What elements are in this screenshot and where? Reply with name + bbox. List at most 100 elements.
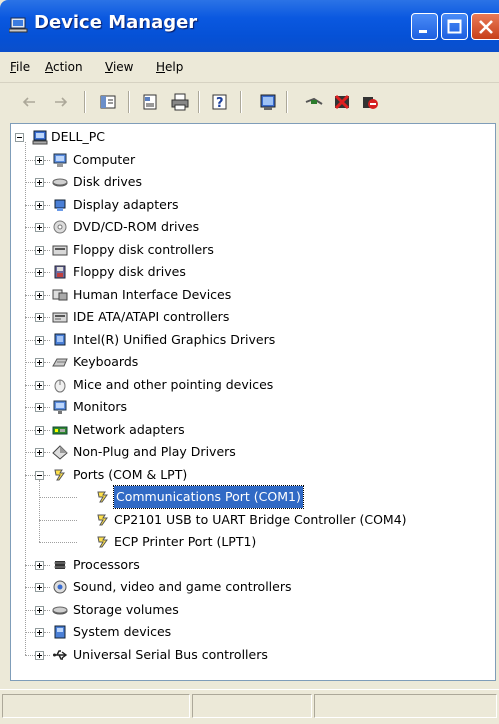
tree-item-category[interactable]: Intel(R) Unified Graphics Drivers (11, 329, 491, 351)
tree-connector (44, 384, 50, 387)
tree-item-category[interactable]: Universal Serial Bus controllers (11, 644, 491, 666)
tree-item-label: Sound, video and game controllers (73, 579, 292, 594)
expand-toggle[interactable] (35, 628, 44, 637)
tree-item-category[interactable]: DVD/CD-ROM drives (11, 216, 491, 238)
tree-item-device[interactable]: ECP Printer Port (LPT1) (11, 531, 491, 553)
tree-item-label: DELL_PC (51, 129, 105, 144)
forward-icon[interactable] (50, 92, 70, 112)
tree-item-category[interactable]: Disk drives (11, 171, 491, 193)
title-bar[interactable]: Device Manager (0, 0, 499, 52)
collapse-toggle[interactable] (35, 470, 44, 480)
tree-item-label: Storage volumes (73, 601, 179, 617)
toolbar-separator (286, 91, 288, 113)
menu-action[interactable]: Action (45, 60, 83, 74)
toolbar-separator (128, 91, 130, 113)
menu-help[interactable]: Help (156, 60, 183, 74)
expand-toggle[interactable] (35, 583, 44, 592)
expand-toggle[interactable] (35, 223, 44, 232)
expand-toggle[interactable] (35, 380, 44, 390)
collapse-toggle[interactable] (15, 133, 24, 142)
tree-item-category[interactable]: Human Interface Devices (11, 284, 491, 306)
tree-item-root[interactable]: DELL_PC (11, 126, 491, 148)
tree-connector (39, 542, 77, 544)
minimize-button[interactable] (411, 13, 438, 40)
uninstall-icon[interactable] (332, 92, 352, 112)
usb-icon (53, 649, 68, 660)
tree-item-label: Non-Plug and Play Drivers (73, 444, 236, 459)
tree-item-category[interactable]: Display adapters (11, 194, 491, 216)
tree-item-category[interactable]: Network adapters (11, 419, 491, 441)
tree-item-category[interactable]: Computer (11, 149, 491, 171)
properties-icon[interactable] (140, 92, 160, 112)
tree-item-category[interactable]: Sound, video and game controllers (11, 576, 491, 598)
expand-toggle[interactable] (35, 358, 44, 367)
expand-toggle[interactable] (35, 178, 44, 187)
status-cell (2, 694, 190, 718)
tree-item-category[interactable]: Floppy disk controllers (11, 239, 491, 261)
tree-connector (44, 294, 50, 297)
tree-item-category[interactable]: IDE ATA/ATAPI controllers (11, 306, 491, 328)
expand-toggle[interactable] (35, 200, 44, 210)
tree-item-label: Monitors (73, 399, 128, 414)
tree-item-label: Network adapters (73, 421, 185, 437)
tree-item-label: Processors (73, 556, 140, 572)
device-tree[interactable]: DELL_PC Computer Disk drives Display ada… (10, 123, 496, 681)
expand-toggle[interactable] (35, 335, 44, 345)
toolbar-separator (84, 91, 86, 113)
tree-item-device[interactable]: CP2101 USB to UART Bridge Controller (CO… (11, 509, 491, 531)
help-icon[interactable]: ? (210, 92, 230, 112)
maximize-icon (447, 19, 462, 34)
scan-hardware-icon[interactable] (258, 92, 278, 112)
properties-view-icon[interactable] (98, 92, 118, 112)
expand-toggle[interactable] (35, 605, 44, 615)
expand-toggle[interactable] (35, 403, 44, 412)
tree-connector (44, 452, 50, 454)
tree-item-label: Floppy disk controllers (73, 241, 214, 257)
disable-icon[interactable] (360, 92, 380, 112)
tree-item-category[interactable]: Non-Plug and Play Drivers (11, 441, 491, 463)
tree-connector (44, 407, 50, 409)
expand-toggle[interactable] (35, 245, 44, 255)
menu-view[interactable]: View (105, 60, 133, 74)
tree-item-label: Communications Port (COM1) (113, 485, 304, 509)
tree-connector (44, 339, 50, 342)
expand-toggle[interactable] (35, 650, 44, 660)
tree-item-category[interactable]: Storage volumes (11, 599, 491, 621)
tree-connector (44, 632, 50, 634)
tree-item-device[interactable]: Communications Port (COM1) (11, 485, 491, 509)
port-icon (97, 536, 108, 548)
root-computer-icon (32, 130, 48, 145)
tree-item-category[interactable]: System devices (11, 621, 491, 643)
tree-item-category[interactable]: Ports (COM & LPT) (11, 464, 491, 486)
window-title: Device Manager (34, 12, 198, 33)
tree-item-label: ECP Printer Port (LPT1) (114, 534, 257, 549)
tree-item-category[interactable]: Mice and other pointing devices (11, 374, 491, 396)
expand-toggle[interactable] (35, 155, 44, 165)
expand-toggle[interactable] (35, 425, 44, 435)
expand-toggle[interactable] (35, 448, 44, 457)
back-icon[interactable] (20, 92, 40, 112)
menu-file[interactable]: File (10, 60, 30, 74)
tree-item-category[interactable]: Processors (11, 554, 491, 576)
svg-text:?: ? (216, 96, 224, 111)
close-button[interactable] (471, 13, 499, 40)
status-cell (314, 694, 497, 718)
tree-item-label: Floppy disk drives (73, 264, 186, 279)
print-icon[interactable] (170, 92, 190, 112)
tree-item-label: Intel(R) Unified Graphics Drivers (73, 331, 276, 347)
tree-item-category[interactable]: Monitors (11, 396, 491, 418)
sound-icon (53, 580, 67, 594)
tree-item-label: System devices (73, 624, 172, 639)
expand-toggle[interactable] (35, 290, 44, 300)
tree-item-label: Disk drives (73, 174, 142, 189)
port-icon (54, 469, 65, 480)
expand-toggle[interactable] (35, 560, 44, 570)
expand-toggle[interactable] (35, 313, 44, 322)
expand-toggle[interactable] (35, 268, 44, 277)
tree-item-category[interactable]: Floppy disk drives (11, 261, 491, 283)
device-manager-icon (9, 17, 28, 33)
update-driver-icon[interactable] (304, 92, 324, 112)
maximize-button[interactable] (441, 13, 468, 40)
network-adapter-icon (52, 426, 68, 434)
tree-item-category[interactable]: Keyboards (11, 351, 491, 373)
